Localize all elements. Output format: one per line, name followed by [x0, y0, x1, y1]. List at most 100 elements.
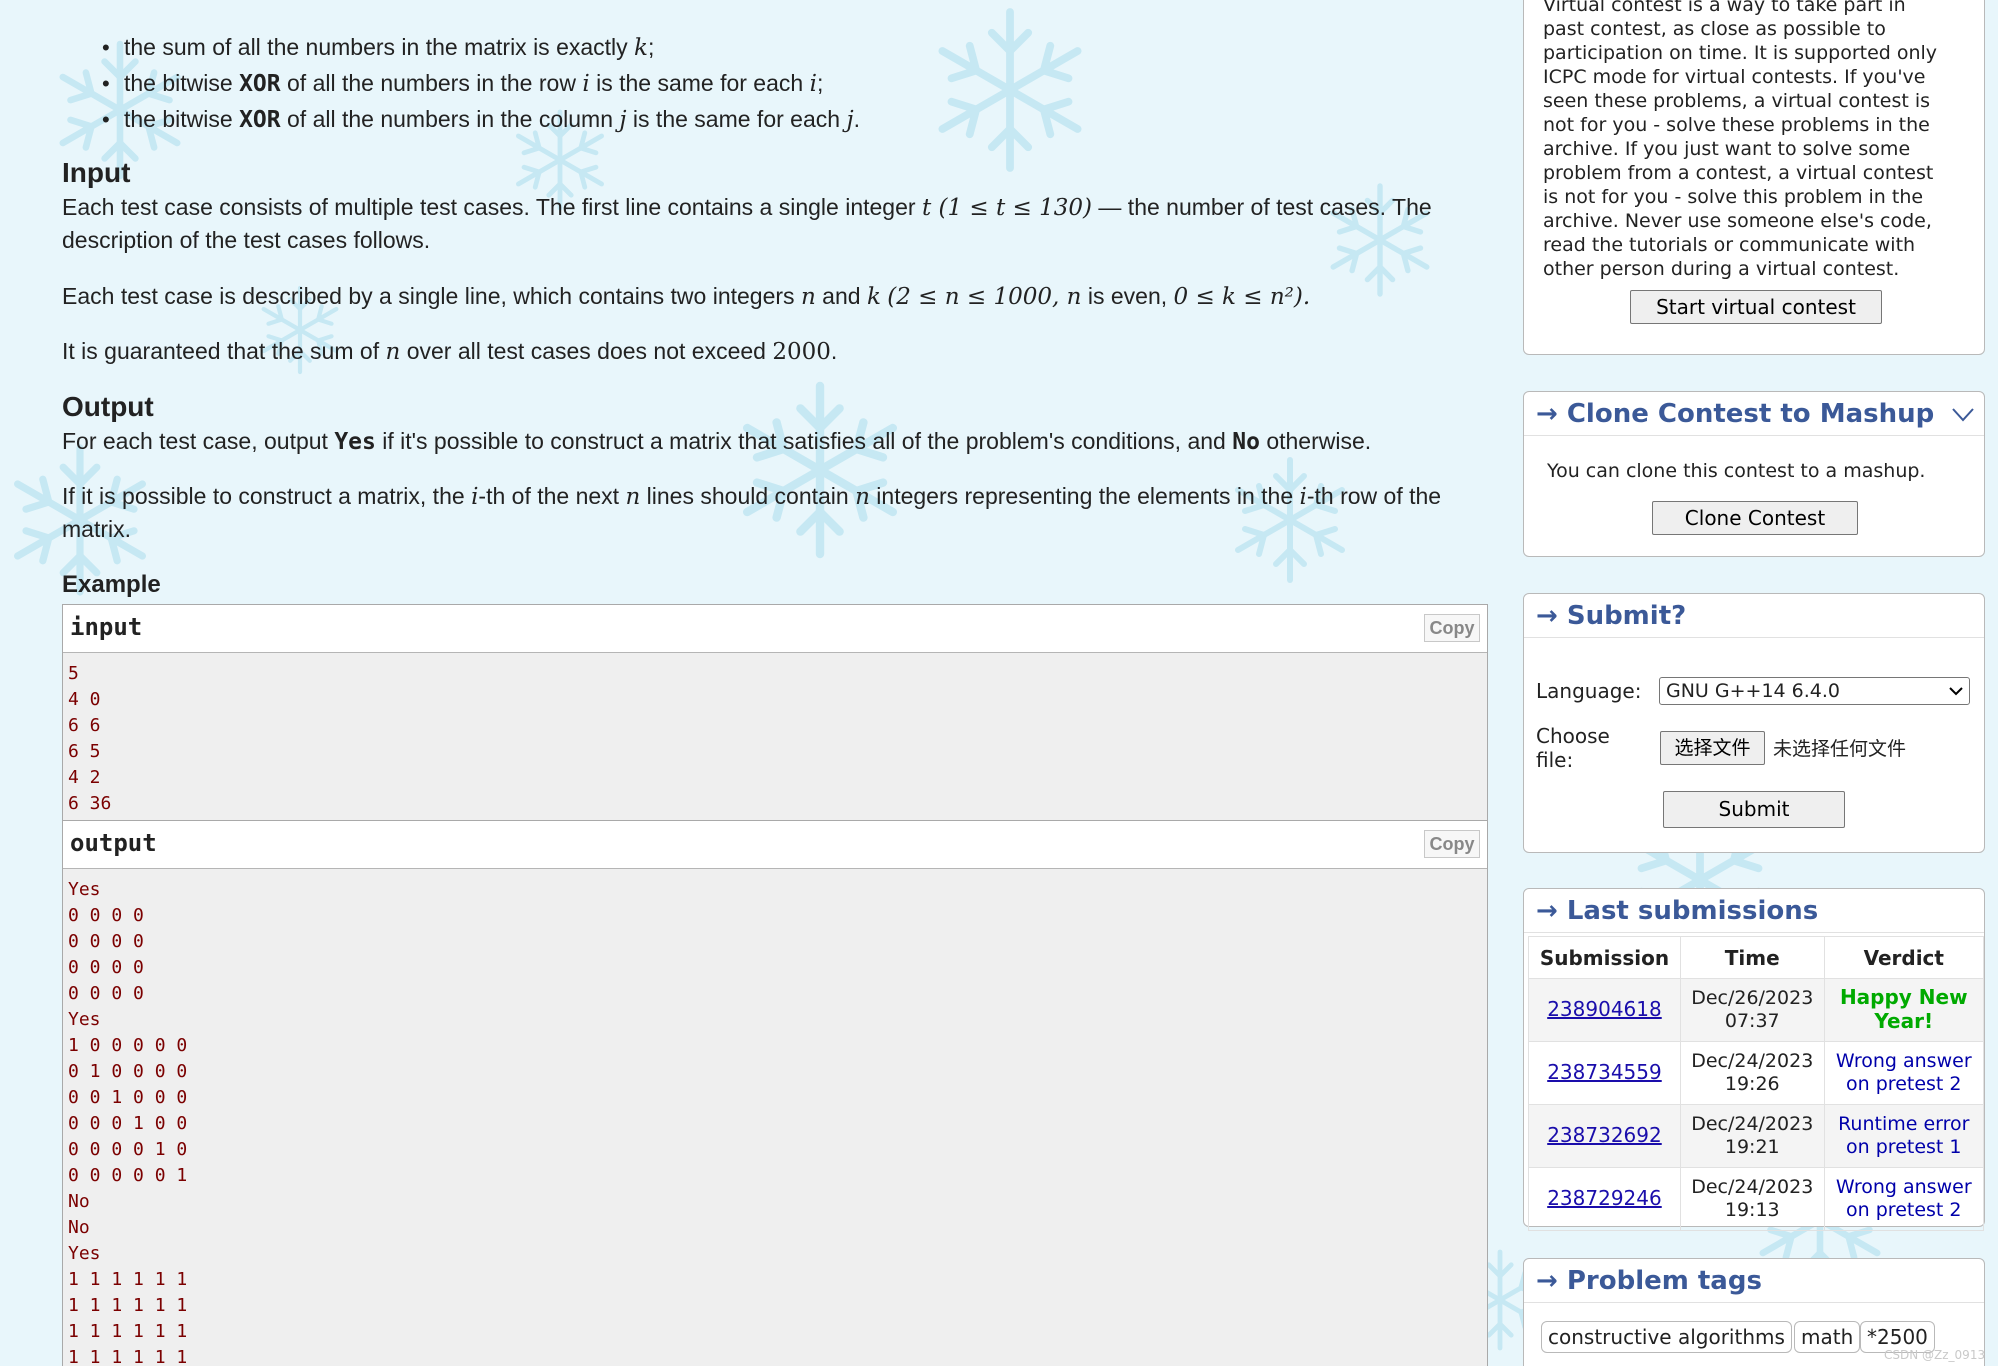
submission-time: 19:21 — [1724, 1136, 1780, 1158]
chevron-down-icon[interactable] — [1952, 408, 1974, 422]
problem-tags-header: → Problem tags — [1524, 1259, 1984, 1303]
sample-input-text: 5 4 0 6 6 6 5 4 2 6 36 — [63, 653, 1487, 817]
watermark: CSDN @Zz_0913 — [1884, 1348, 1986, 1362]
submission-date: Dec/26/2023 — [1691, 987, 1814, 1009]
submission-date: Dec/24/2023 — [1691, 1050, 1814, 1072]
submit-header: → Submit? — [1524, 594, 1984, 638]
sample-output-label: output — [70, 829, 157, 857]
language-select[interactable]: GNU G++14 6.4.0 — [1659, 677, 1970, 705]
virtual-contest-text-line: past contest, as close as possible to — [1543, 18, 1886, 40]
math-var: n — [625, 484, 641, 510]
sample-output-line: No — [68, 1191, 90, 1212]
clone-contest-box: → Clone Contest to Mashup You can clone … — [1523, 391, 1985, 557]
input-section-title: Input — [62, 157, 131, 188]
sample-output-line: 0 0 0 0 — [68, 905, 144, 926]
clone-contest-button[interactable]: Clone Contest — [1652, 501, 1858, 535]
sample-input-box: input Copy 5 4 0 6 6 6 5 4 2 6 36 — [62, 604, 1488, 821]
table-header-row: Submission Time Verdict — [1528, 936, 1985, 979]
virtual-contest-text-line: problem from a contest, a virtual contes… — [1543, 162, 1934, 184]
sample-output-line: 1 1 1 1 1 1 — [68, 1321, 188, 1342]
xor-keyword: XOR — [239, 107, 281, 133]
condition-text: the sum of all the numbers in the matrix… — [124, 34, 635, 60]
text: If it is possible to construct a matrix,… — [62, 483, 472, 509]
sample-output-line: 1 1 1 1 1 1 — [68, 1269, 188, 1290]
virtual-contest-text-line: ICPC mode for virtual contests. If you'v… — [1543, 66, 1926, 88]
submission-link[interactable]: 238729246 — [1547, 1186, 1662, 1210]
sample-output-line: 1 1 1 1 1 1 — [68, 1295, 188, 1316]
clone-contest-title: → Clone Contest to Mashup — [1536, 399, 1935, 429]
submission-link[interactable]: 238734559 — [1547, 1060, 1662, 1084]
submit-button[interactable]: Submit — [1663, 791, 1845, 828]
condition-text: of all the numbers in the column — [280, 106, 620, 132]
math-var: j — [619, 107, 627, 133]
sample-input-line: 4 0 — [68, 689, 101, 710]
table-row: 238734559 Dec/24/2023 19:26 Wrong answer o… — [1528, 1041, 1985, 1105]
sample-input-line: 5 — [68, 663, 79, 684]
virtual-contest-text-line: Virtual contest is a way to take part in — [1543, 0, 1906, 16]
tag-math[interactable]: math — [1794, 1321, 1861, 1353]
choose-file-label: Choose file: — [1536, 724, 1610, 772]
virtual-contest-text: Virtual contest is a way to take part in… — [1543, 0, 1983, 281]
sample-output-line: 0 0 0 0 0 1 — [68, 1165, 188, 1186]
choose-file-button[interactable]: 选择文件 — [1660, 731, 1765, 765]
submission-link[interactable]: 238732692 — [1547, 1123, 1662, 1147]
virtual-contest-text-line: participation on time. It is supported o… — [1543, 42, 1938, 64]
xor-keyword: XOR — [239, 71, 281, 97]
virtual-contest-text-line: seen these problems, a virtual contest i… — [1543, 90, 1931, 112]
submit-title: → Submit? — [1536, 601, 1687, 631]
text: otherwise. — [1259, 428, 1372, 454]
column-header-time: Time — [1679, 936, 1825, 979]
math-var: i — [1299, 484, 1307, 510]
problem-tags-title: → Problem tags — [1536, 1266, 1762, 1296]
copy-input-button[interactable]: Copy — [1424, 614, 1480, 642]
file-status-text: 未选择任何文件 — [1773, 738, 1907, 760]
sample-input-label: input — [70, 613, 143, 641]
submission-link[interactable]: 238904618 — [1547, 997, 1662, 1021]
last-submissions-header: → Last submissions — [1524, 889, 1984, 933]
sample-output-line: Yes — [68, 879, 101, 900]
text: is even, — [1081, 283, 1174, 309]
clone-contest-text: You can clone this contest to a mashup. — [1547, 460, 1926, 482]
table-row: 238732692 Dec/24/2023 19:21 Runtime error… — [1528, 1104, 1985, 1168]
math-var: n — [855, 484, 870, 510]
sample-output-line: 0 0 0 0 — [68, 983, 144, 1004]
start-virtual-contest-button[interactable]: Start virtual contest — [1630, 290, 1882, 324]
condition-item: the sum of all the numbers in the matrix… — [102, 30, 1402, 66]
input-paragraph-3: It is guaranteed that the sum of n over … — [62, 335, 1462, 368]
verdict-text: Wrong answer — [1835, 1050, 1972, 1072]
submission-time: 07:37 — [1724, 1010, 1780, 1032]
verdict-text: Happy New — [1839, 985, 1968, 1009]
math-var: i — [809, 71, 817, 97]
sample-output-line: Yes — [68, 1009, 101, 1030]
sample-output-line: 0 0 0 0 1 0 — [68, 1139, 188, 1160]
sample-output-line: 0 1 0 0 0 0 — [68, 1061, 188, 1082]
input-paragraph-2: Each test case is described by a single … — [62, 280, 1462, 313]
submission-time: 19:26 — [1724, 1073, 1780, 1095]
condition-text: is the same for each — [626, 106, 847, 132]
math-var: k — [866, 284, 881, 310]
verdict-text: Runtime error — [1838, 1113, 1970, 1135]
copy-output-button[interactable]: Copy — [1424, 830, 1480, 858]
condition-item: the bitwise XOR of all the numbers in th… — [102, 102, 1402, 138]
sample-output-box: output Copy Yes 0 0 0 0 0 0 0 0 0 0 0 0 0 0 … — [62, 820, 1488, 1369]
text: Each test case is described by a single … — [62, 283, 801, 309]
yes-keyword: Yes — [334, 429, 376, 455]
column-header-verdict: Verdict — [1823, 936, 1985, 979]
tag-constructive-algorithms[interactable]: constructive algorithms — [1541, 1321, 1792, 1353]
math-var: k — [634, 35, 648, 61]
virtual-contest-box: Virtual contest is a way to take part in… — [1523, 0, 1985, 355]
last-submissions-title: → Last submissions — [1536, 896, 1819, 926]
text: For each test case, output — [62, 428, 335, 454]
text: and — [815, 283, 867, 309]
chevron-down-icon — [1949, 687, 1963, 696]
sample-input-line: 6 6 — [68, 715, 101, 736]
math-expr: (2 ≤ n ≤ 1000, — [887, 284, 1067, 310]
virtual-contest-text-line: archive. If you just want to solve some — [1543, 138, 1911, 160]
math-expr: t (1 ≤ t ≤ 130) — [921, 195, 1093, 221]
choose-file-label-line1: Choose — [1536, 724, 1610, 748]
sample-output-line: 0 0 1 0 0 0 — [68, 1087, 188, 1108]
condition-text: the bitwise — [124, 70, 240, 96]
output-paragraph-1: For each test case, output Yes if it's p… — [62, 425, 1462, 458]
condition-text: ; — [816, 70, 824, 96]
verdict-text: Wrong answer — [1835, 1176, 1972, 1198]
